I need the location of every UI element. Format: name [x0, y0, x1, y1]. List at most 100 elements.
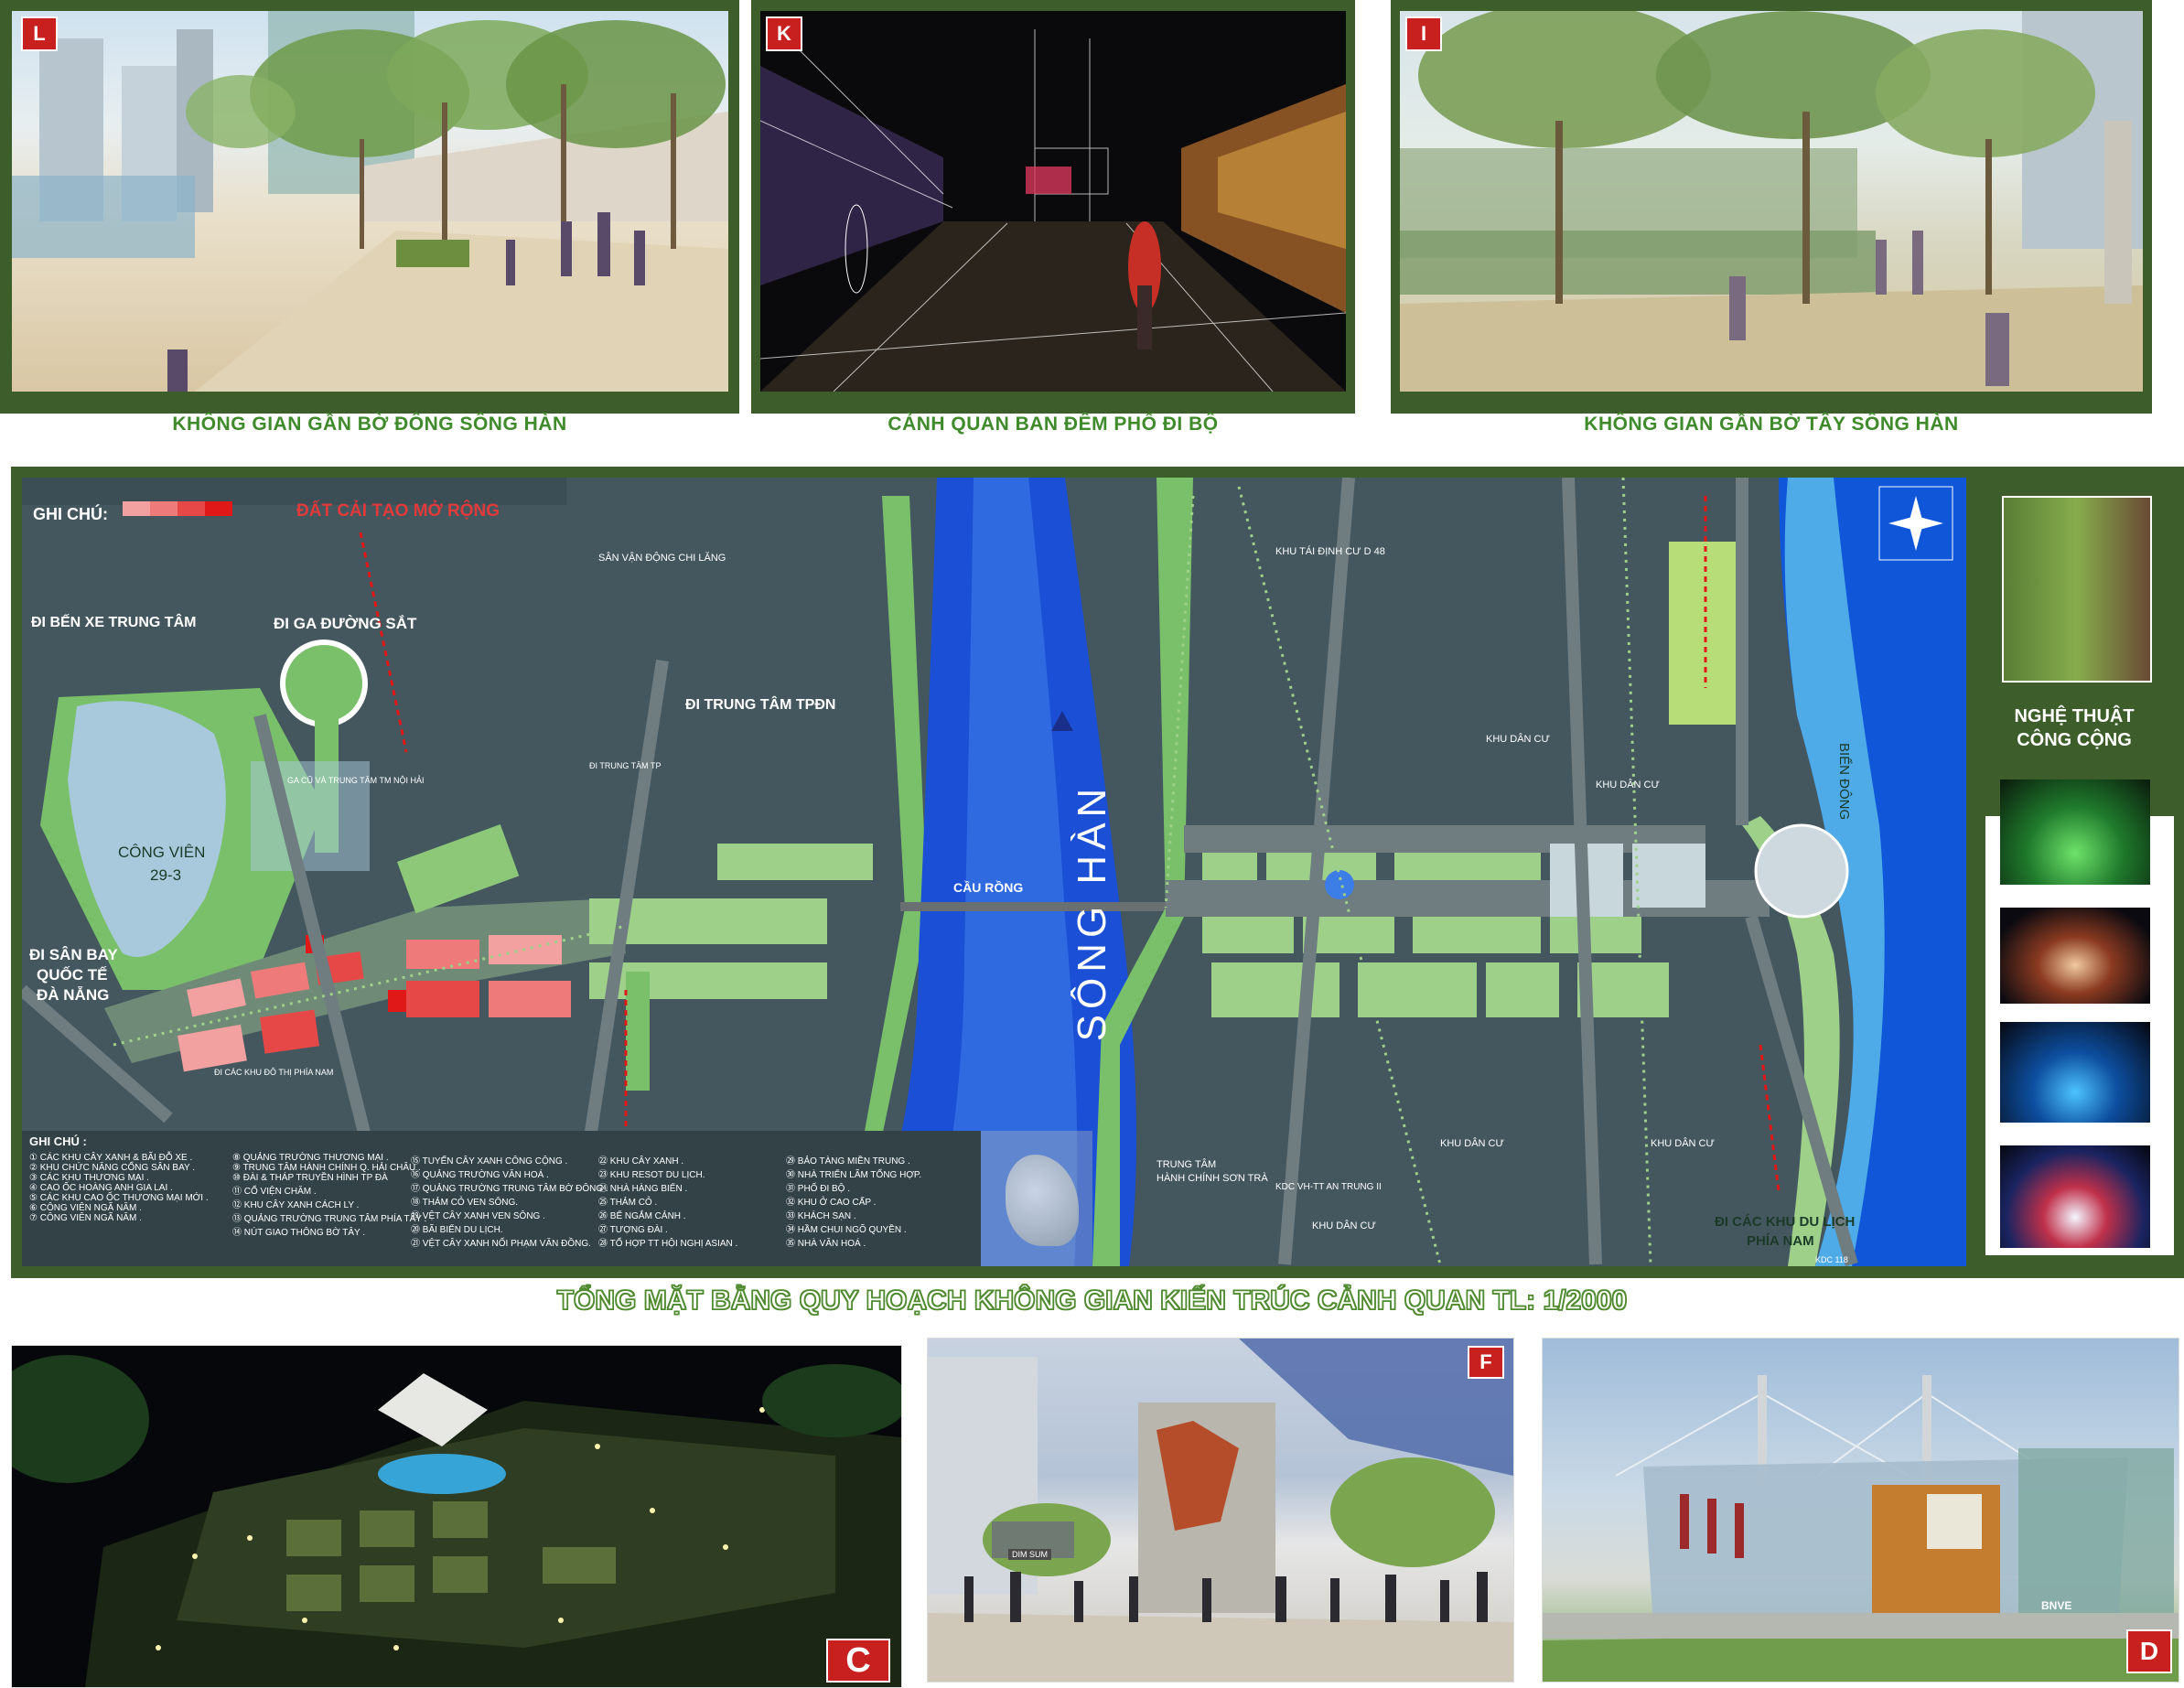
bottom-panel-f: DIM SUM F [927, 1338, 1514, 1683]
note-item: ㉗ TƯỢNG ĐÀI . [598, 1225, 668, 1235]
bnve-sign: BNVE [2041, 1599, 2072, 1612]
label-khu-dan-cu-1: KHU DÂN CƯ [1486, 734, 1550, 745]
note-item: ㉔ NHÀ HÀNG BIỂN . [598, 1184, 688, 1194]
fountain-green-photo [2000, 779, 2150, 885]
note-item: ⑬ QUẢNG TRƯỜNG TRUNG TÂM PHÍA TÂY . [232, 1214, 427, 1224]
notes-col-4: ㉒ KHU CÂY XANH . ㉓ KHU RESOT DU LỊCH. ㉔ … [598, 1153, 781, 1249]
note-item: ㉒ KHU CÂY XANH . [598, 1156, 684, 1167]
note-item: ⑪ CỔ VIỆN CHĂM . [232, 1187, 317, 1197]
river-arrow-icon [1051, 711, 1073, 731]
note-item: ㉚ NHÀ TRIỂN LÃM TỔNG HỢP. [786, 1170, 922, 1180]
note-item: ④ CAO ỐC HOÀNG ANH GIA LAI . [29, 1183, 173, 1193]
side-title-2: CÔNG CỘNG [2017, 730, 2132, 750]
note-item: ⑯ QUẢNG TRƯỜNG VĂN HOÁ . [411, 1170, 549, 1180]
label-cong-vien: CÔNG VIÊN [118, 844, 206, 861]
panel-i-caption: KHÔNG GIAN GẦN BỜ TÂY SÔNG HÀN [1584, 414, 1959, 435]
label-san-van-dong: SÂN VẬN ĐỘNG CHI LĂNG [598, 553, 726, 564]
label-khu-dan-cu-4: KHU DÂN CƯ [1312, 1220, 1376, 1231]
note-item: ㉝ KHÁCH SẠN . [786, 1211, 856, 1221]
label-kdc-an-trung: KDC VH-TT AN TRUNG II [1275, 1182, 1382, 1192]
note-item: ⑥ CÔNG VIÊN NGÃ NĂM . [29, 1203, 142, 1213]
label-ben-xe: ĐI BẾN XE TRUNG TÂM [31, 615, 197, 630]
legend-swatch-label: ĐẤT CẢI TẠO MỞ RỘNG [296, 501, 500, 521]
label-du-lich-1: ĐI CÁC KHU DU LỊCH [1715, 1214, 1856, 1230]
plaza-render-svg [928, 1339, 1513, 1682]
fountain-blue-photo [2000, 1022, 2150, 1123]
night-aerial-svg [12, 1355, 901, 1687]
panel-l-sketch [12, 11, 728, 392]
legend-swatch-1 [123, 501, 150, 516]
note-item: ⑳ BÃI BIỂN DU LỊCH. [411, 1225, 503, 1235]
note-item: ㉑ VỆT CÂY XANH NỐI PHẠM VĂN ĐỒNG. [411, 1239, 591, 1249]
label-ga: ĐI GA ĐƯỜNG SẮT [274, 615, 417, 632]
label-bien-dong: BIỂN ĐÔNG [1836, 743, 1852, 821]
panel-i-badge: I [1405, 16, 1442, 51]
panel-l-badge: L [21, 16, 58, 51]
legend-swatch-3 [178, 501, 205, 516]
panel-i-sketch [1400, 11, 2143, 392]
label-san-bay-1: ĐI SÂN BAY [29, 946, 118, 963]
label-kdc-118: KDC 118 [1815, 1255, 1848, 1264]
legend-swatch-4 [205, 501, 232, 516]
notes-col-5: ㉙ BẢO TÀNG MIỀN TRUNG . ㉚ NHÀ TRIỂN LÃM … [786, 1153, 969, 1249]
label-khu-dan-cu-5: KHU DÂN CƯ [1596, 779, 1660, 790]
panel-k-caption: CẢNH QUAN BAN ĐÊM PHỐ ĐI BỘ [888, 414, 1219, 435]
label-di-trung-tam-tp: ĐI TRUNG TÂM TP [589, 761, 662, 770]
label-ga-cu: GA CŨ VÀ TRUNG TÂM TM NỘI HẢI [287, 776, 425, 785]
public-art-panel: NGHỆ THUẬT CÔNG CỘNG [1974, 478, 2174, 1266]
note-item: ㉟ NHÀ VĂN HOÁ . [786, 1239, 866, 1249]
east-bank-sketch-svg [12, 11, 728, 392]
label-trung-tam-sontra-2: HÀNH CHÍNH SƠN TRÀ [1157, 1173, 1268, 1184]
green-wall-photo [2002, 496, 2152, 683]
label-san-bay-2: QUỐC TẾ [37, 966, 108, 984]
fountain-mixed-photo [2000, 1145, 2150, 1248]
note-item: ⑤ CÁC KHU CAO ỐC THƯƠNG MẠI MỚI . [29, 1193, 209, 1203]
panel-l-caption: KHÔNG GIAN GẦN BỜ ĐÔNG SÔNG HÀN [172, 414, 567, 435]
label-khu-dan-cu-3: KHU DÂN CƯ [1651, 1138, 1715, 1149]
night-street-svg [760, 29, 1346, 392]
notes-col-2: ⑧ QUẢNG TRƯỜNG THƯƠNG MẠI . ⑨ TRUNG TÂM … [232, 1153, 427, 1238]
west-bank-sketch-svg [1400, 11, 2143, 392]
note-item: ⑫ KHU CÂY XANH CÁCH LY . [232, 1200, 360, 1210]
panel-k-badge: K [766, 16, 802, 51]
label-di-cac-khu-do-thi: ĐI CÁC KHU ĐÔ THỊ PHÍA NAM [214, 1068, 334, 1077]
note-item: ③ CÁC KHU THƯƠNG MẠI . [29, 1173, 149, 1183]
note-item: ⑮ TUYẾN CÂY XANH CÔNG CỘNG . [411, 1156, 568, 1167]
legend-title: GHI CHÚ: [33, 505, 108, 523]
notes-col-3: ⑮ TUYẾN CÂY XANH CÔNG CỘNG . ⑯ QUẢNG TRƯ… [411, 1153, 608, 1249]
note-item: ㉞ HẦM CHUI NGÕ QUYỀN . [786, 1225, 907, 1235]
notes-col-1: ① CÁC KHU CÂY XANH & BÃI ĐỖ XE . ② KHU C… [29, 1153, 221, 1223]
label-song-han: SÔNG HÀN [1070, 782, 1114, 1042]
bottom-panel-d: BNVE D [1542, 1338, 2179, 1683]
notes-title: GHI CHÚ : [29, 1134, 87, 1148]
note-item: ① CÁC KHU CÂY XANH & BÃI ĐỖ XE . [29, 1153, 193, 1163]
label-trung-tam-sontra-1: TRUNG TÂM [1157, 1159, 1217, 1170]
note-item: ㉜ KHU Ở CAO CẤP . [786, 1198, 877, 1208]
master-plan-map: GHI CHÚ: ĐẤT CẢI TẠO MỞ RỘNG ĐI BẾN XE T… [22, 478, 1966, 1266]
note-item: ㉘ TỔ HỢP TT HỘI NGHỊ ASIAN . [598, 1239, 738, 1249]
note-item: ㉓ KHU RESOT DU LỊCH. [598, 1170, 705, 1180]
panel-k-night [760, 11, 1346, 392]
label-cong-vien-num: 29-3 [150, 866, 182, 884]
note-item: ㉖ BỂ NGẮM CẢNH . [598, 1211, 686, 1221]
side-title-1: NGHỆ THUẬT [2014, 706, 2135, 726]
panel-d-badge: D [2126, 1629, 2172, 1673]
note-item: ⑲ VỆT CÂY XANH VEN SÔNG . [411, 1211, 545, 1221]
label-du-lich-2: PHÍA NAM [1747, 1233, 1814, 1249]
label-trung-tam: ĐI TRUNG TÂM TPĐN [685, 697, 836, 713]
fountain-light-photo [2000, 908, 2150, 1004]
note-item: ② KHU CHỨC NĂNG CỔNG SÂN BAY . [29, 1163, 196, 1173]
label-cau-rong: CẦU RỒNG [953, 880, 1024, 895]
note-item: ⑦ CÔNG VIÊN NGÃ NĂM . [29, 1213, 142, 1223]
panel-f-badge: F [1468, 1346, 1504, 1379]
panel-c-badge: C [826, 1639, 890, 1683]
legend-swatch-2 [150, 501, 178, 516]
label-khu-dan-cu-2: KHU DÂN CƯ [1440, 1138, 1504, 1149]
note-item: ⑭ NÚT GIAO THÔNG BỜ TÂY . [232, 1228, 366, 1238]
label-san-bay-3: ĐÀ NẴNG [37, 986, 110, 1004]
note-item: ㉕ THẢM CỎ . [598, 1198, 658, 1208]
main-title: TỔNG MẶT BẰNG QUY HOẠCH KHÔNG GIAN KIẾN … [556, 1285, 1628, 1317]
bottom-panel-c: C [11, 1345, 902, 1688]
label-khu-tai-dinh-cu: KHU TÁI ĐỊNH CƯ D 48 [1275, 546, 1385, 557]
convention-render-svg [1543, 1375, 2179, 1682]
